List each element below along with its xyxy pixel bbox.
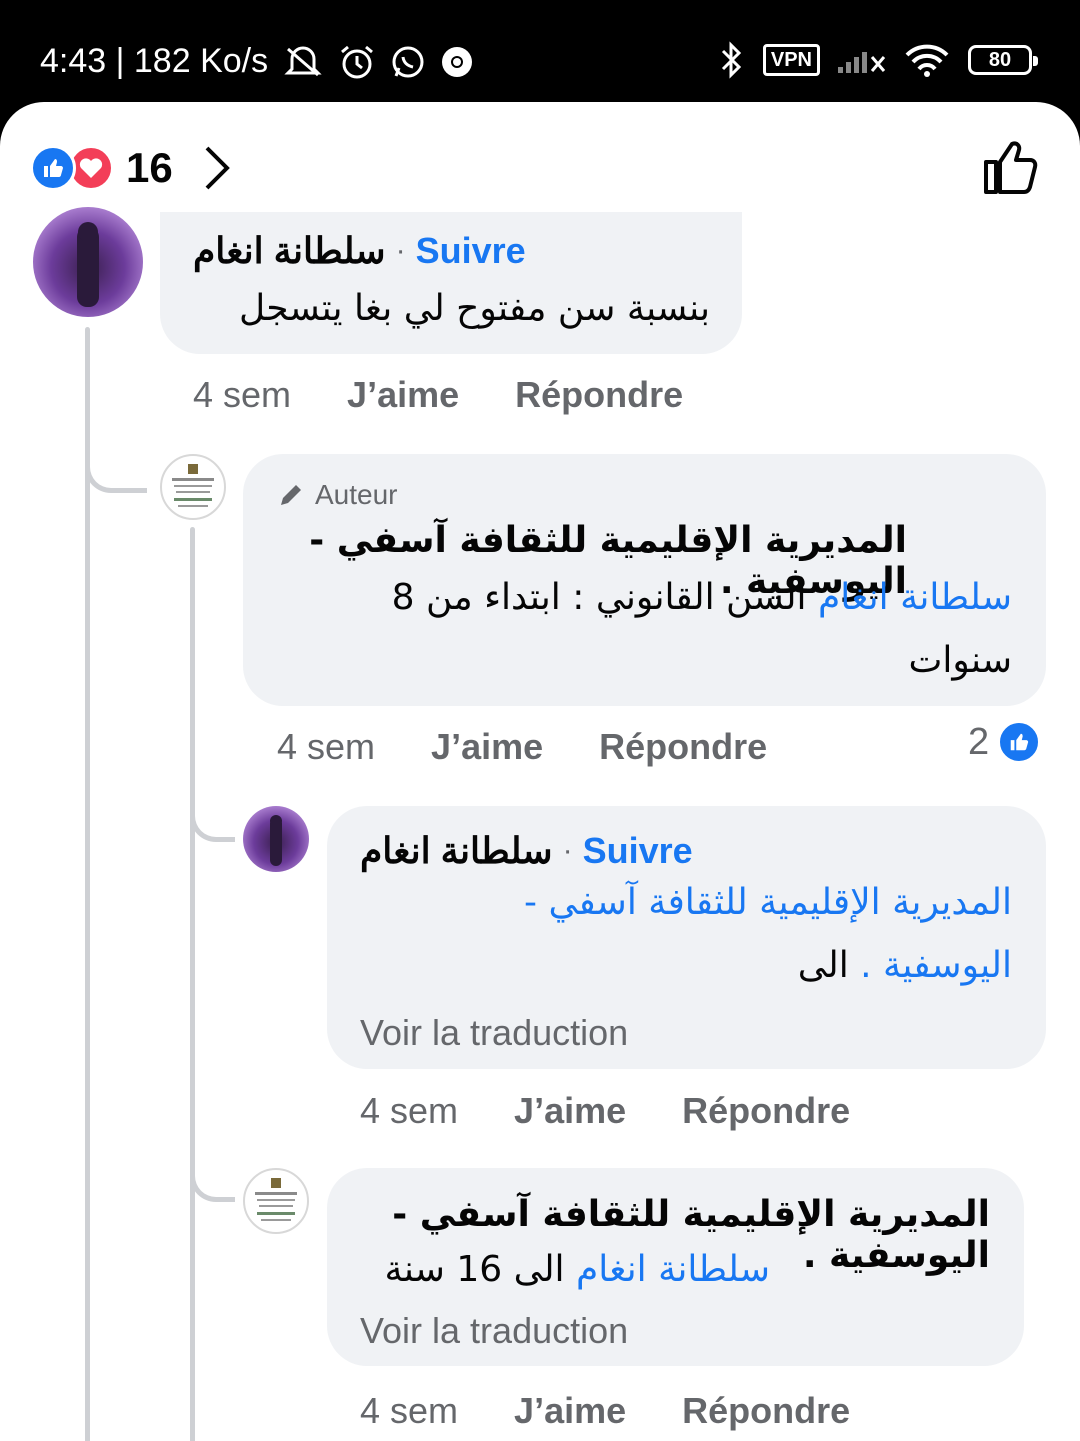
- comment-actions: 4 sem J’aime Répondre: [360, 1390, 906, 1432]
- like-count: 2: [968, 720, 990, 763]
- status-right: VPN 80: [719, 40, 1038, 80]
- bluetooth-icon: [721, 41, 741, 79]
- thread-connector-3: [190, 1142, 235, 1202]
- comment-time[interactable]: 4 sem: [360, 1090, 458, 1132]
- chevron-right-icon: [205, 146, 230, 190]
- comment-text: بنسبة سن مفتوح لي بغا يتسجل: [239, 288, 710, 329]
- avatar-image: [77, 222, 99, 307]
- like-reaction-icon: [30, 145, 76, 191]
- comments-sheet: 16 سلطانة انغام · Suivre بنسبة سن مفتوح …: [0, 102, 1080, 1441]
- avatar[interactable]: [243, 1168, 309, 1234]
- separator: ·: [395, 234, 406, 267]
- comment-actions: 4 sem J’aime Répondre: [360, 1090, 906, 1132]
- like-comment-button[interactable]: J’aime: [514, 1090, 626, 1132]
- see-translation-link[interactable]: Voir la traduction: [360, 1012, 628, 1054]
- mute-icon: [284, 46, 322, 76]
- alarm-icon: [341, 45, 374, 78]
- comment-text-line2: سنوات: [908, 640, 1012, 681]
- status-bar: 4:43 | 182 Ko/s VPN 80: [0, 0, 1080, 110]
- comment-author[interactable]: سلطانة انغام: [360, 830, 553, 872]
- like-button-icon[interactable]: [982, 138, 1038, 196]
- comment-actions: 4 sem J’aime Répondre: [277, 726, 823, 768]
- follow-button[interactable]: Suivre: [583, 830, 693, 872]
- comment-author[interactable]: سلطانة انغام: [193, 230, 386, 272]
- avatar-image: [270, 815, 282, 866]
- comment-actions: 4 sem J’aime Répondre: [193, 374, 739, 416]
- whatsapp-icon: [392, 46, 424, 77]
- comment-header: سلطانة انغام · Suivre: [193, 230, 526, 272]
- mention-link[interactable]: المديرية الإقليمية للثقافة آسفي -: [360, 882, 1012, 923]
- mention-link[interactable]: سلطانة انغام: [576, 1249, 770, 1290]
- mention-link[interactable]: اليوسفية .: [860, 945, 1012, 986]
- signal-icon: [838, 52, 886, 73]
- like-comment-button[interactable]: J’aime: [514, 1390, 626, 1432]
- wifi-icon: [905, 44, 949, 77]
- like-reaction-icon: [997, 720, 1042, 764]
- reactions-summary[interactable]: 16: [30, 144, 231, 192]
- organization-logo: [172, 464, 214, 507]
- reply-button[interactable]: Répondre: [682, 1390, 850, 1432]
- thread-line-sub: [190, 527, 195, 1441]
- time-speed: 4:43 | 182 Ko/s: [40, 42, 269, 80]
- avatar[interactable]: [33, 207, 143, 317]
- avatar[interactable]: [160, 454, 226, 520]
- author-badge: Auteur: [277, 479, 398, 511]
- comment-time[interactable]: 4 sem: [277, 726, 375, 768]
- comment-time[interactable]: 4 sem: [193, 374, 291, 416]
- comment-text-body: الى 16 سنة: [384, 1249, 576, 1290]
- battery-indicator: 80: [968, 45, 1038, 75]
- mention-link[interactable]: سلطانة انغام: [818, 577, 1012, 618]
- comment-like-count[interactable]: 2: [968, 720, 1042, 764]
- follow-button[interactable]: Suivre: [416, 230, 526, 272]
- chrome-icon: [442, 46, 473, 77]
- thread-connector-2: [190, 782, 235, 842]
- like-comment-button[interactable]: J’aime: [347, 374, 459, 416]
- comment-text-body: الى: [797, 945, 861, 986]
- comment-text: سلطانة انغام السن القانوني : ابتداء من 8: [277, 577, 1012, 618]
- comment-text: اليوسفية . الى: [360, 945, 1012, 986]
- status-left: 4:43 | 182 Ko/s: [40, 42, 474, 81]
- author-label: Auteur: [315, 479, 398, 510]
- thread-connector-1: [85, 437, 147, 493]
- thread-line-main: [85, 327, 90, 1441]
- comment-header: سلطانة انغام · Suivre: [360, 830, 693, 872]
- reply-button[interactable]: Répondre: [682, 1090, 850, 1132]
- reaction-count: 16: [126, 144, 173, 191]
- comment-text: سلطانة انغام الى 16 سنة: [360, 1249, 770, 1290]
- comment-text-body: السن القانوني : ابتداء من 8: [391, 577, 818, 618]
- vpn-badge: VPN: [762, 44, 820, 76]
- avatar[interactable]: [243, 806, 309, 872]
- see-translation-link[interactable]: Voir la traduction: [360, 1310, 628, 1352]
- pencil-icon: [281, 485, 301, 505]
- separator: ·: [562, 834, 573, 867]
- comment-time[interactable]: 4 sem: [360, 1390, 458, 1432]
- organization-logo: [255, 1178, 297, 1221]
- reply-button[interactable]: Répondre: [599, 726, 767, 768]
- reply-button[interactable]: Répondre: [515, 374, 683, 416]
- like-comment-button[interactable]: J’aime: [431, 726, 543, 768]
